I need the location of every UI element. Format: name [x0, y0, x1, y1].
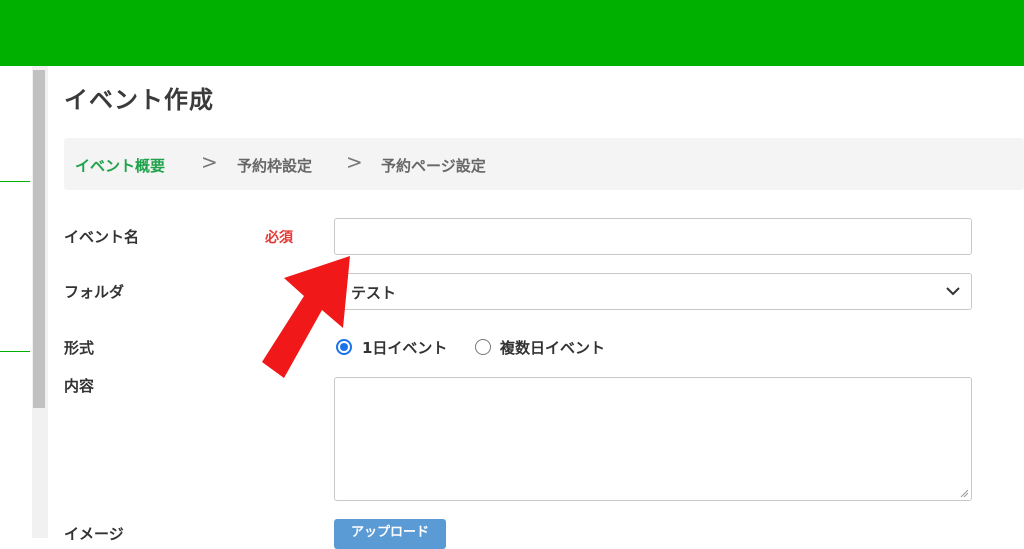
- step-progress: イベント概要 > 予約枠設定 > 予約ページ設定: [64, 138, 1024, 190]
- content-label: 内容: [64, 377, 95, 395]
- required-badge: 必須: [265, 230, 293, 246]
- folder-label: フォルダ: [64, 283, 125, 301]
- event-name-label: イベント名: [64, 228, 140, 246]
- folder-select[interactable]: テスト: [334, 273, 972, 310]
- step-event-overview[interactable]: イベント概要: [75, 155, 165, 176]
- sidebar-divider: [0, 351, 30, 352]
- radio-multi-day[interactable]: [475, 339, 491, 355]
- scrollbar-thumb[interactable]: [33, 70, 45, 408]
- event-name-input[interactable]: [334, 218, 972, 255]
- upload-button[interactable]: アップロード: [334, 519, 446, 549]
- page-title: イベント作成: [64, 86, 214, 114]
- app-header-bar: [0, 0, 1024, 66]
- sidebar: [0, 66, 32, 538]
- format-label: 形式: [64, 339, 95, 357]
- resize-grip-icon[interactable]: [960, 489, 968, 497]
- sidebar-divider: [0, 181, 30, 182]
- step-slot-settings[interactable]: 予約枠設定: [237, 155, 312, 176]
- chevron-right-icon: >: [201, 150, 218, 174]
- image-label: イメージ: [64, 525, 124, 543]
- radio-multi-day-label[interactable]: 複数日イベント: [500, 337, 605, 358]
- chevron-right-icon: >: [346, 150, 363, 174]
- red-arrow-icon: [262, 256, 350, 378]
- content-textarea[interactable]: [334, 377, 972, 501]
- radio-single-day-label[interactable]: 1日イベント: [362, 337, 447, 358]
- chevron-down-icon: [946, 287, 960, 296]
- step-page-settings[interactable]: 予約ページ設定: [381, 155, 486, 176]
